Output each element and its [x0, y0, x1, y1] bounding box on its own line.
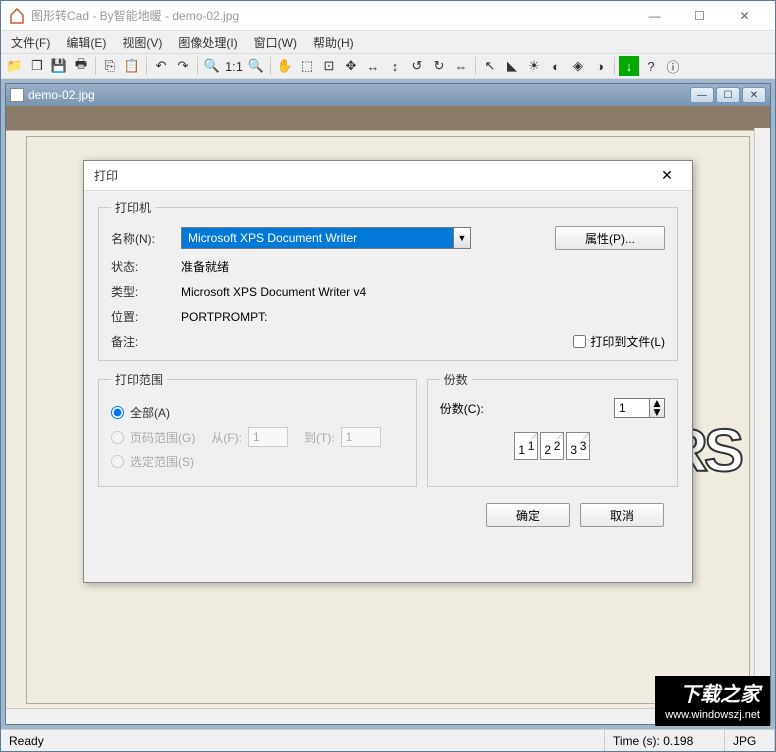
ok-button[interactable]: 确定: [486, 503, 570, 527]
zoom-11-icon[interactable]: 1:1: [224, 56, 244, 76]
doc-minimize-button[interactable]: —: [690, 87, 714, 103]
windows-icon[interactable]: ❐: [27, 56, 47, 76]
menu-image[interactable]: 图像处理(I): [172, 32, 243, 53]
half-icon[interactable]: ◑: [590, 56, 610, 76]
range-fieldset: 打印范围 全部(A) 页码范围(G) 从(F): 到(T): 选定范围(S): [98, 371, 417, 487]
menu-window[interactable]: 窗口(W): [248, 32, 303, 53]
close-button[interactable]: ✕: [722, 2, 767, 30]
printer-select-value: Microsoft XPS Document Writer: [181, 227, 453, 249]
flip-icon[interactable]: ⇔: [451, 56, 471, 76]
printer-fieldset: 打印机 名称(N): Microsoft XPS Document Writer…: [98, 199, 678, 361]
paste-icon[interactable]: 📋: [122, 56, 142, 76]
minimize-button[interactable]: —: [632, 2, 677, 30]
where-label: 位置:: [111, 308, 171, 325]
dialog-title: 打印: [94, 167, 652, 184]
menubar: 文件(F) 编辑(E) 视图(V) 图像处理(I) 窗口(W) 帮助(H): [1, 31, 775, 53]
copies-legend: 份数: [440, 371, 472, 388]
print-to-file-label: 打印到文件(L): [590, 333, 665, 350]
maximize-button[interactable]: ☐: [677, 2, 722, 30]
comment-label: 备注:: [111, 333, 171, 350]
rotate-right-icon[interactable]: ↻: [429, 56, 449, 76]
copies-fieldset: 份数 份数(C): ▲▼ 11 22 33: [427, 371, 678, 487]
titlebar: 图形转Cad - By智能地暖 - demo-02.jpg — ☐ ✕: [1, 1, 775, 31]
zoom-in-icon[interactable]: 🔍: [202, 56, 222, 76]
to-input: [341, 427, 381, 447]
statusbar: Ready Time (s): 0.198 JPG: [1, 729, 775, 751]
printer-select[interactable]: Microsoft XPS Document Writer ▼: [181, 227, 471, 249]
v-resize-icon[interactable]: ↕: [385, 56, 405, 76]
open-icon[interactable]: 📁: [5, 56, 25, 76]
copy-icon[interactable]: ⎘: [100, 56, 120, 76]
doc-titlebar: demo-02.jpg — ☐ ✕: [6, 84, 770, 106]
brightness-icon[interactable]: ☀: [524, 56, 544, 76]
range-selection-label: 选定范围(S): [130, 453, 194, 470]
save-icon[interactable]: 💾: [49, 56, 69, 76]
doc-title: demo-02.jpg: [28, 88, 688, 102]
help-icon[interactable]: ?: [641, 56, 661, 76]
range-pages-radio: [111, 431, 124, 444]
toolbar: 📁 ❐ 💾 🖶 ⎘ 📋 ↶ ↷ 🔍 1:1 🔍 ✋ ⬚ ⊡ ✥ ↔ ↕ ↺ ↻ …: [1, 53, 775, 79]
redo-icon[interactable]: ↷: [173, 56, 193, 76]
printer-legend: 打印机: [111, 199, 155, 216]
down-icon[interactable]: ↓: [619, 56, 639, 76]
status-ready: Ready: [1, 730, 605, 751]
watermark-url: www.windowszj.net: [665, 708, 760, 722]
range-selection-radio: [111, 455, 124, 468]
print-dialog: 打印 ✕ 打印机 名称(N): Microsoft XPS Document W…: [83, 160, 693, 583]
properties-button[interactable]: 属性(P)...: [555, 226, 665, 250]
range-legend: 打印范围: [111, 371, 167, 388]
watermark-title: 下载之家: [665, 682, 760, 708]
doc-icon: [10, 88, 24, 102]
doc-maximize-button[interactable]: ☐: [716, 87, 740, 103]
print-icon[interactable]: 🖶: [71, 56, 91, 76]
dialog-titlebar: 打印 ✕: [84, 161, 692, 191]
status-value: 准备就绪: [181, 258, 665, 275]
h-resize-icon[interactable]: ↔: [363, 56, 383, 76]
rotate-left-icon[interactable]: ↺: [407, 56, 427, 76]
menu-help[interactable]: 帮助(H): [307, 32, 360, 53]
contrast-icon[interactable]: ◐: [546, 56, 566, 76]
status-time: Time (s): 0.198: [605, 730, 725, 751]
range-pages-label: 页码范围(G): [130, 429, 195, 446]
collate-icon: 11 22 33: [440, 432, 665, 460]
from-label: 从(F):: [211, 429, 242, 446]
invert-icon[interactable]: ◣: [502, 56, 522, 76]
menu-view[interactable]: 视图(V): [116, 32, 168, 53]
range-all-radio[interactable]: [111, 406, 124, 419]
print-to-file-checkbox[interactable]: [573, 335, 586, 348]
to-label: 到(T):: [304, 429, 335, 446]
undo-icon[interactable]: ↶: [151, 56, 171, 76]
pan-icon[interactable]: ✋: [275, 56, 295, 76]
type-value: Microsoft XPS Document Writer v4: [181, 285, 665, 299]
dialog-close-button[interactable]: ✕: [652, 167, 682, 184]
name-label: 名称(N):: [111, 230, 171, 247]
menu-file[interactable]: 文件(F): [5, 32, 56, 53]
watermark: 下载之家 www.windowszj.net: [655, 676, 770, 726]
adjust-icon[interactable]: ◈: [568, 56, 588, 76]
type-label: 类型:: [111, 283, 171, 300]
zoom-out-icon[interactable]: 🔍: [246, 56, 266, 76]
menu-edit[interactable]: 编辑(E): [60, 32, 112, 53]
move-icon[interactable]: ✥: [341, 56, 361, 76]
status-label: 状态:: [111, 258, 171, 275]
fit-icon[interactable]: ⊡: [319, 56, 339, 76]
chevron-down-icon[interactable]: ▼: [453, 227, 471, 249]
doc-close-button[interactable]: ✕: [742, 87, 766, 103]
scrollbar-vertical[interactable]: [754, 128, 770, 708]
copies-spinner[interactable]: ▲▼: [650, 398, 665, 418]
arrow-icon[interactable]: ↖: [480, 56, 500, 76]
select-icon[interactable]: ⬚: [297, 56, 317, 76]
status-format: JPG: [725, 730, 775, 751]
scrollbar-horizontal[interactable]: [6, 708, 754, 724]
from-input: [248, 427, 288, 447]
where-value: PORTPROMPT:: [181, 310, 665, 324]
range-all-label: 全部(A): [130, 404, 170, 421]
copies-label: 份数(C):: [440, 400, 484, 417]
window-title: 图形转Cad - By智能地暖 - demo-02.jpg: [31, 7, 632, 24]
info-icon[interactable]: ⓘ: [663, 56, 683, 76]
cancel-button[interactable]: 取消: [580, 503, 664, 527]
copies-input[interactable]: [614, 398, 650, 418]
app-icon: [9, 8, 25, 24]
